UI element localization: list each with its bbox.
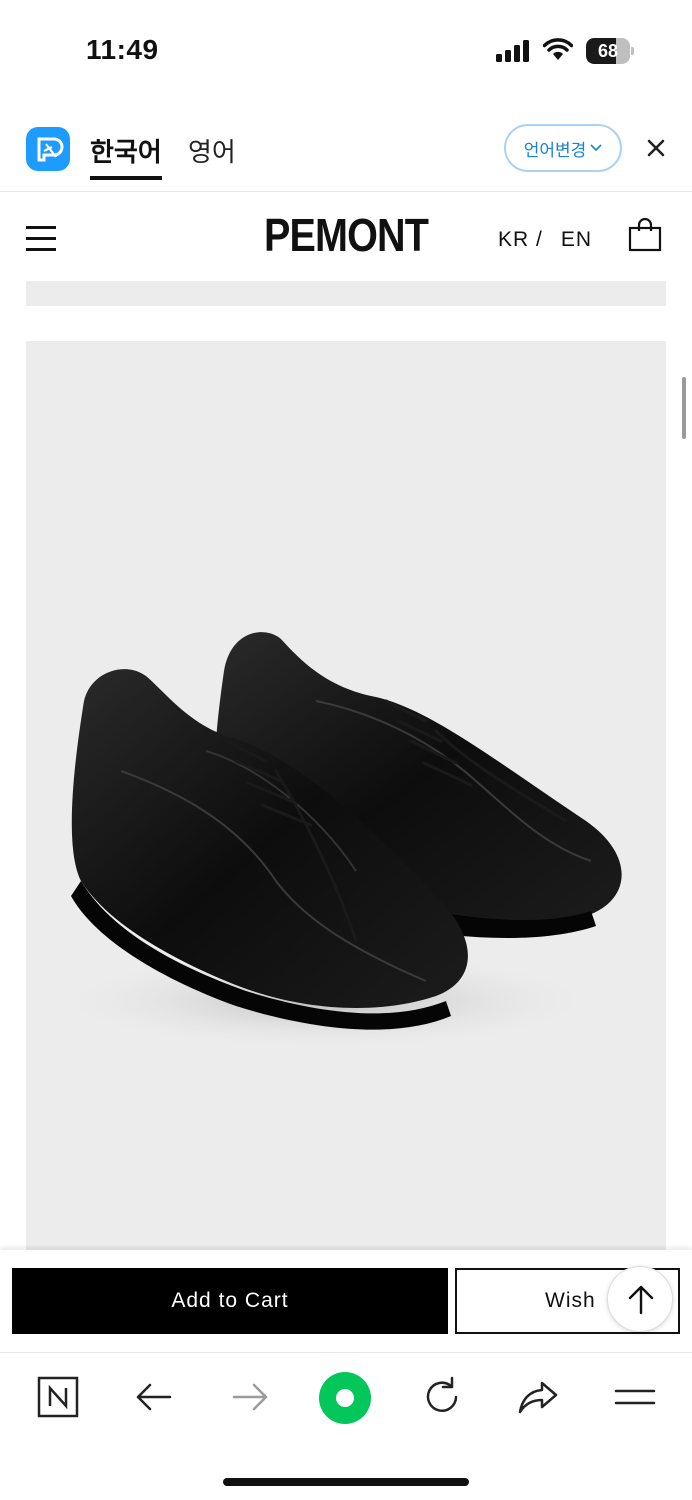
- scroll-to-top-button[interactable]: [607, 1266, 673, 1332]
- wifi-icon: [543, 38, 573, 60]
- status-time: 11:49: [86, 34, 159, 65]
- green-dot-icon[interactable]: [318, 1371, 372, 1425]
- battery-level: 68: [597, 41, 619, 61]
- papago-logo-icon[interactable]: [26, 127, 70, 171]
- product-image[interactable]: [26, 341, 666, 1251]
- status-bar: 11:49 68: [0, 0, 692, 100]
- share-icon[interactable]: [514, 1373, 562, 1421]
- arrow-up-icon: [628, 1285, 654, 1315]
- language-switch: KR / EN: [498, 228, 592, 252]
- tab-english[interactable]: 영어: [188, 132, 236, 169]
- shopping-bag-icon[interactable]: [628, 218, 662, 252]
- battery-icon: 68: [586, 38, 634, 64]
- lang-kr-link[interactable]: KR /: [498, 228, 543, 251]
- lang-en-link[interactable]: EN: [561, 228, 592, 251]
- menu-icon[interactable]: [612, 1373, 660, 1421]
- active-tab-indicator: [90, 176, 162, 180]
- forward-arrow-icon[interactable]: [226, 1373, 274, 1421]
- back-arrow-icon[interactable]: [130, 1373, 178, 1421]
- cellular-signal-icon: [496, 40, 529, 62]
- change-language-label: 언어변경: [523, 140, 587, 161]
- reload-icon[interactable]: [418, 1373, 466, 1421]
- chevron-down-icon: [590, 144, 602, 152]
- product-action-bar: Add to Cart Wish: [0, 1250, 692, 1350]
- browser-toolbar: [0, 1352, 692, 1500]
- change-language-button[interactable]: 언어변경: [504, 124, 622, 172]
- add-to-cart-button[interactable]: Add to Cart: [12, 1268, 448, 1334]
- scrollbar[interactable]: [682, 377, 686, 439]
- tab-korean[interactable]: 한국어: [90, 132, 162, 169]
- home-indicator: [223, 1478, 469, 1486]
- black-sneakers-image: [46, 632, 622, 1051]
- translate-bar: 한국어 영어 언어변경: [0, 112, 692, 192]
- site-header: PEMONT KR / EN: [0, 192, 692, 282]
- close-icon[interactable]: [640, 132, 672, 164]
- naver-n-icon[interactable]: [34, 1373, 82, 1421]
- image-placeholder-strip: [26, 281, 666, 306]
